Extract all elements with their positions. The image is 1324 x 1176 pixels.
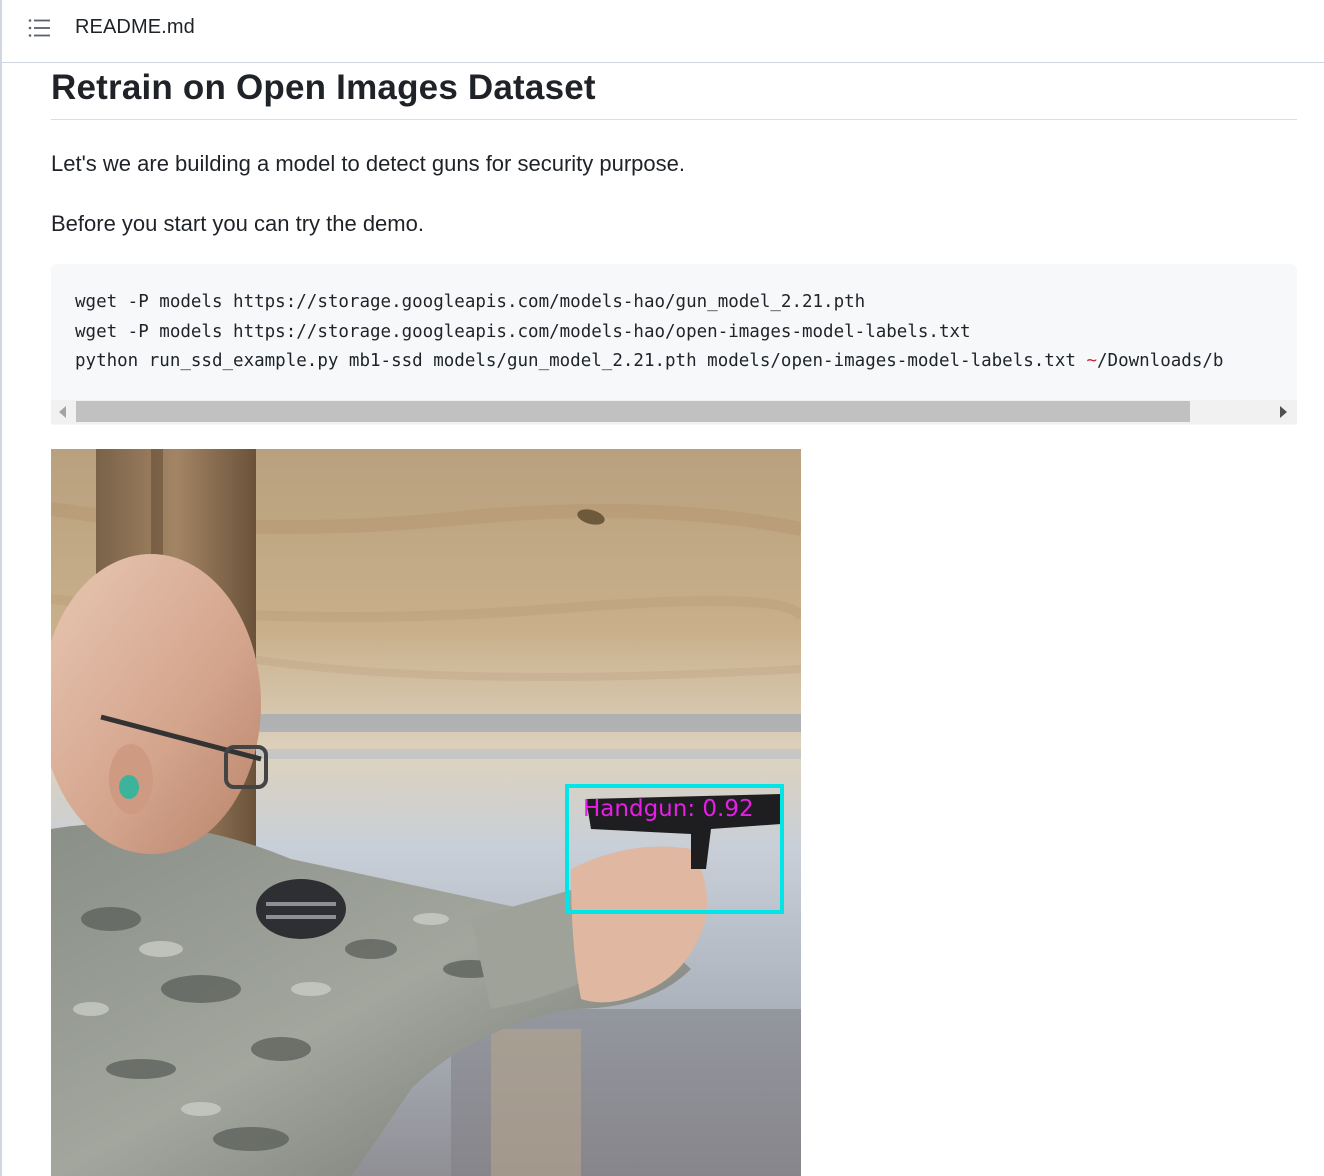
demo-detection-image: Handgun: 0.92 [51, 449, 801, 1176]
code-tilde: ~ [1086, 351, 1097, 371]
code-horizontal-scrollbar[interactable] [51, 400, 1297, 424]
section-heading: Retrain on Open Images Dataset [51, 63, 1297, 120]
outline-toggle-button[interactable] [22, 13, 56, 43]
file-header: README.md [2, 0, 1324, 63]
code-line-3-path: /Downloads/b [1097, 351, 1224, 371]
file-name: README.md [75, 16, 195, 38]
scrollbar-thumb[interactable] [76, 401, 1190, 422]
demo-paragraph: Before you start you can try the demo. [51, 211, 424, 236]
code-line-3: python run_ssd_example.py mb1-ssd models… [75, 351, 1223, 371]
scroll-right-arrow-icon[interactable] [1280, 406, 1287, 418]
code-line-2: wget -P models https://storage.googleapi… [75, 321, 971, 342]
detection-label: Handgun: 0.92 [583, 796, 754, 822]
markdown-body: Retrain on Open Images Dataset Let's we … [51, 63, 1297, 1176]
intro-paragraph: Let's we are building a model to detect … [51, 151, 686, 176]
code-line-1: wget -P models https://storage.googleapi… [75, 292, 866, 312]
readme-viewer: README.md Retrain on Open Images Dataset… [0, 0, 1324, 1176]
scroll-left-arrow-icon[interactable] [59, 406, 66, 418]
code-line-3-text: python run_ssd_example.py mb1-ssd models… [75, 351, 1087, 371]
list-unordered-icon [28, 19, 50, 37]
code-content: wget -P models https://storage.googleapi… [75, 288, 1223, 377]
